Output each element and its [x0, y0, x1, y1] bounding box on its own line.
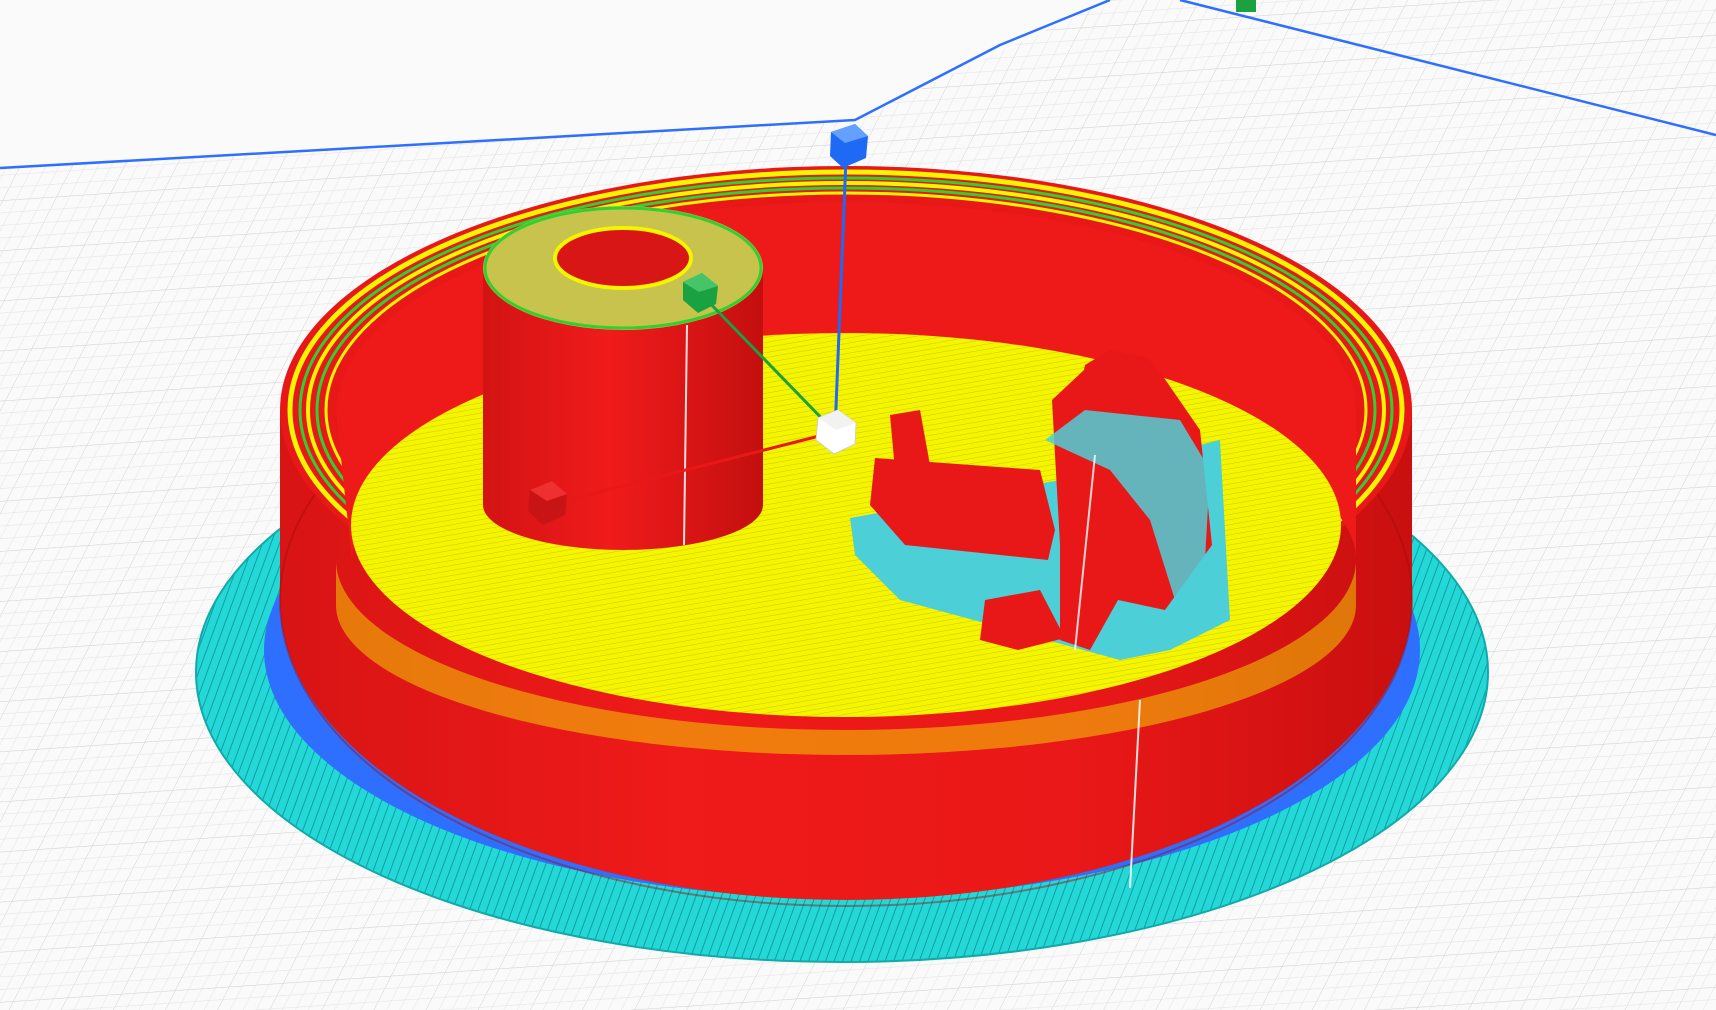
cylinder-hole	[553, 226, 693, 290]
cup-model[interactable]	[279, 166, 1413, 907]
build-plate-corner-marker	[1236, 0, 1256, 12]
cylinder-model[interactable]	[483, 206, 763, 550]
slicer-3d-viewport[interactable]	[0, 0, 1716, 1010]
